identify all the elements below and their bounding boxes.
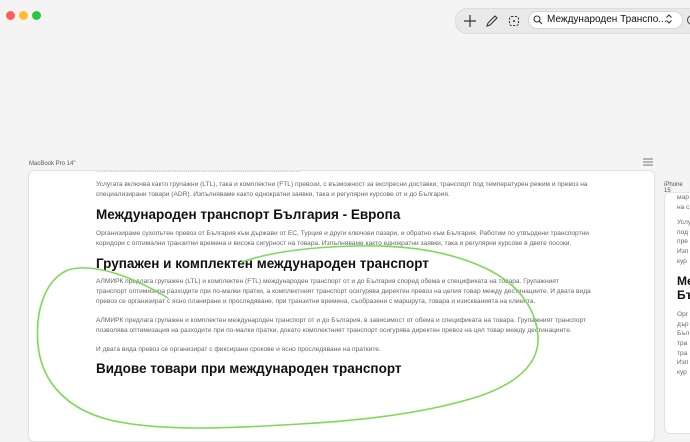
- iphone-text-line: пре: [677, 237, 690, 247]
- paragraph-tracking: И двата вида превоз се организират с фик…: [96, 345, 591, 355]
- crop-target-icon: [507, 14, 521, 28]
- menu-icon[interactable]: [643, 158, 653, 166]
- heading-ltl-ftl: Групажен и комплектен международен транс…: [96, 255, 591, 273]
- top-text-cutoff: ........................................…: [96, 170, 591, 175]
- close-window-button[interactable]: [6, 11, 15, 20]
- iphone-text-line: кур: [677, 257, 690, 267]
- search-icon: [533, 15, 543, 25]
- device-label-macbook: MacBook Pro 14": [29, 161, 76, 167]
- url-search-field[interactable]: Международен Транспо...: [528, 11, 683, 29]
- iphone-heading: Бъ: [677, 288, 690, 302]
- paragraph-ltl-ftl-2: АЛМИРК предлага групажен и комплектен ме…: [96, 316, 591, 335]
- iphone-text-line: Бъл: [677, 329, 690, 339]
- minimize-window-button[interactable]: [19, 11, 28, 20]
- iphone-text-line: мар: [677, 193, 690, 203]
- draw-button[interactable]: [483, 12, 501, 30]
- fullscreen-window-button[interactable]: [32, 11, 41, 20]
- toolbar: Международен Транспо...: [455, 8, 690, 34]
- paragraph-ltl-ftl-1: АЛМИРК предлага групажен (LTL) и комплек…: [96, 277, 591, 306]
- iphone-text-line: Орг: [677, 310, 690, 320]
- iphone-text-line: кур: [677, 368, 690, 378]
- paragraph-routes: Организираме сухопътен превоз от Българи…: [96, 229, 591, 248]
- search-value: Международен Транспо...: [547, 14, 667, 25]
- intro-paragraph: Услугата включва както групажни (LTL), т…: [96, 180, 591, 199]
- extra-toolbar-icon[interactable]: [686, 14, 690, 26]
- iphone-heading: Ме: [677, 274, 690, 288]
- stepper-chevron-icon[interactable]: [665, 13, 673, 25]
- page-preview-iphone[interactable]: мар на с Услу под пре Изп кур Ме Бъ Орг …: [664, 192, 690, 434]
- iphone-text-line: Услу: [677, 218, 690, 228]
- page-preview-macbook[interactable]: ........................................…: [28, 170, 655, 442]
- pencil-icon: [485, 14, 499, 28]
- iphone-text-line: Изп: [677, 247, 690, 257]
- heading-bg-europe: Международен транспорт България - Европа: [96, 206, 591, 224]
- select-region-button[interactable]: [505, 12, 523, 30]
- iphone-content: мар на с Услу под пре Изп кур Ме Бъ Орг …: [677, 193, 690, 377]
- iphone-text-line: тра: [677, 339, 690, 349]
- iphone-text-line: под: [677, 228, 690, 238]
- iphone-text-line: Изп: [677, 358, 690, 368]
- window-controls: [6, 11, 41, 20]
- page-content: ........................................…: [96, 170, 591, 378]
- add-button[interactable]: [461, 12, 479, 30]
- iphone-text-line: тра: [677, 349, 690, 359]
- heading-cargo-types: Видове товари при международен транспорт: [96, 360, 591, 378]
- plus-icon: [463, 14, 477, 28]
- iphone-text-line: дър: [677, 320, 690, 330]
- iphone-text-line: на с: [677, 203, 690, 213]
